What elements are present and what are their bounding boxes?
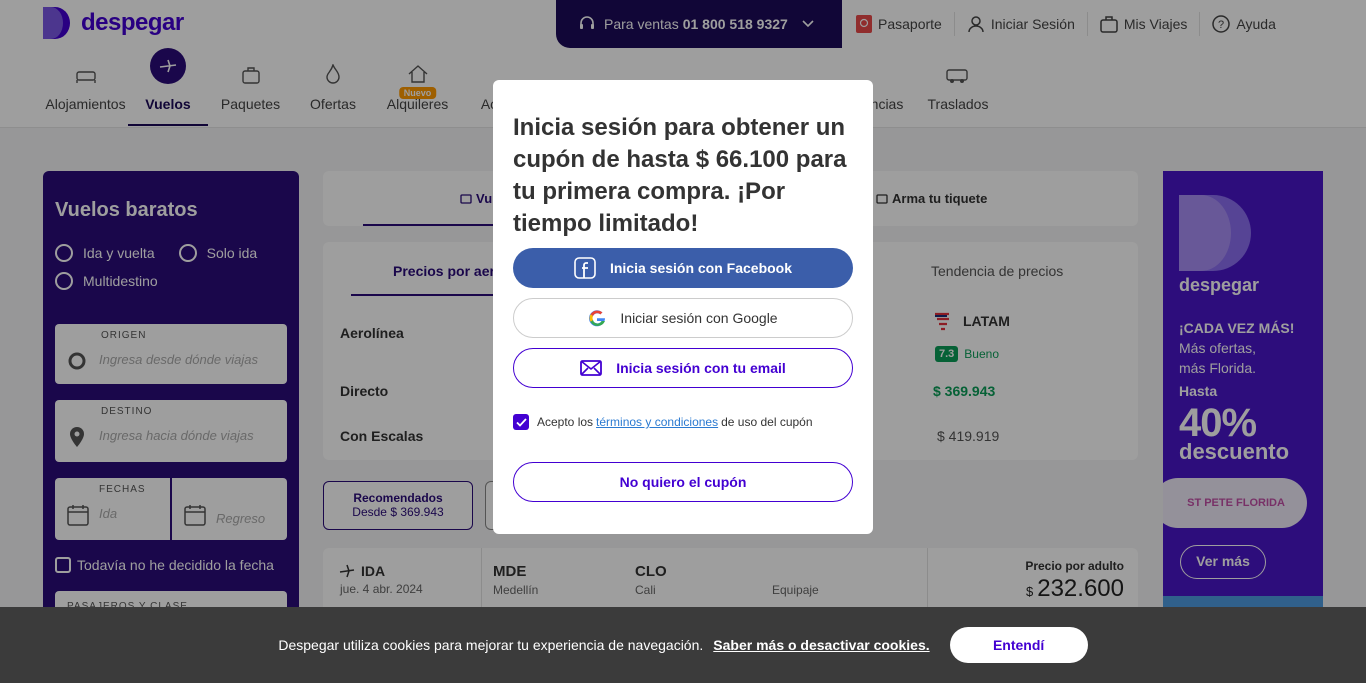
terms-pre: Acepto los — [537, 415, 594, 429]
terms-checkbox[interactable] — [513, 414, 529, 430]
terms-row: Acepto los términos y condiciones de uso… — [513, 414, 813, 430]
coupon-login-modal: Inicia sesión para obtener un cupón de h… — [493, 80, 873, 534]
decline-coupon-button[interactable]: No quiero el cupón — [513, 462, 853, 502]
email-login-label: Inicia sesión con tu email — [616, 360, 786, 376]
envelope-icon — [580, 360, 603, 376]
cookie-more-link[interactable]: Saber más o desactivar cookies. — [713, 637, 929, 653]
terms-post: de uso del cupón — [721, 415, 813, 429]
modal-title: Inicia sesión para obtener un cupón de h… — [513, 114, 847, 237]
google-icon — [589, 310, 606, 327]
facebook-login-label: Inicia sesión con Facebook — [609, 260, 793, 276]
google-login-button[interactable]: Iniciar sesión con Google — [513, 298, 853, 338]
google-login-label: Iniciar sesión con Google — [620, 310, 778, 326]
cookie-text: Despegar utiliza cookies para mejorar tu… — [278, 637, 704, 653]
cookie-accept-button[interactable]: Entendí — [949, 627, 1088, 663]
email-login-button[interactable]: Inicia sesión con tu email — [513, 348, 853, 388]
checkmark-icon — [515, 417, 527, 427]
terms-link[interactable]: términos y condiciones — [596, 415, 718, 429]
cookie-banner: Despegar utiliza cookies para mejorar tu… — [0, 607, 1366, 683]
facebook-login-button[interactable]: Inicia sesión con Facebook — [513, 248, 853, 288]
facebook-icon — [574, 257, 596, 279]
